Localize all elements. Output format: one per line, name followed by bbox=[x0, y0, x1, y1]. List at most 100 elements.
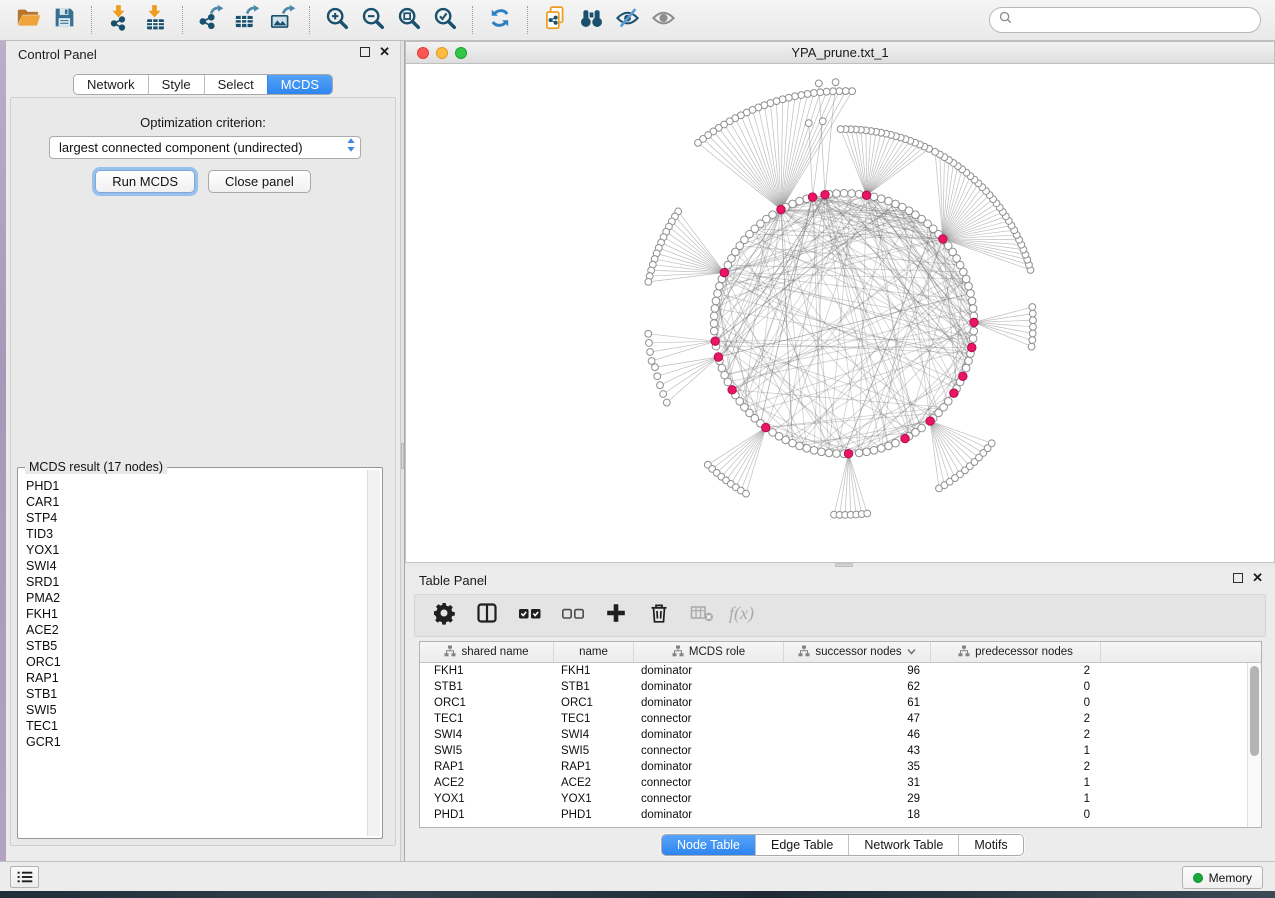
cell-successor-nodes[interactable]: 47 bbox=[784, 713, 931, 725]
cell-successor-nodes[interactable]: 96 bbox=[784, 665, 931, 677]
mcds-result-node[interactable]: SRD1 bbox=[26, 574, 366, 590]
table-settings-button[interactable] bbox=[429, 601, 459, 631]
table-row[interactable]: STB1STB1dominator620 bbox=[420, 679, 1247, 695]
cell-MCDS-role[interactable]: connector bbox=[634, 713, 784, 725]
cell-predecessor-nodes[interactable]: 1 bbox=[931, 777, 1101, 789]
cell-successor-nodes[interactable]: 35 bbox=[784, 761, 931, 773]
cell-name[interactable]: SWI5 bbox=[554, 745, 634, 757]
search-input[interactable] bbox=[1018, 13, 1251, 27]
cell-MCDS-role[interactable]: dominator bbox=[634, 681, 784, 693]
add-entry-button[interactable] bbox=[601, 601, 631, 631]
cell-name[interactable]: STB1 bbox=[554, 681, 634, 693]
window-close-icon[interactable] bbox=[417, 47, 429, 59]
cell-name[interactable]: FKH1 bbox=[554, 665, 634, 677]
cell-name[interactable]: RAP1 bbox=[554, 761, 634, 773]
optimization-criterion-select[interactable]: largest connected component (undirected) bbox=[49, 136, 361, 159]
mcds-result-node[interactable]: ACE2 bbox=[26, 622, 366, 638]
cell-shared-name[interactable]: YOX1 bbox=[420, 793, 554, 805]
close-panel-icon[interactable]: ✕ bbox=[379, 47, 390, 57]
memory-button[interactable]: Memory bbox=[1182, 866, 1263, 889]
cell-shared-name[interactable]: FKH1 bbox=[420, 665, 554, 677]
mcds-result-node[interactable]: PMA2 bbox=[26, 590, 366, 606]
float-panel-icon[interactable] bbox=[360, 47, 370, 57]
mcds-result-node[interactable]: TEC1 bbox=[26, 718, 366, 734]
cell-predecessor-nodes[interactable]: 1 bbox=[931, 745, 1101, 757]
mcds-result-node[interactable]: FKH1 bbox=[26, 606, 366, 622]
cell-predecessor-nodes[interactable]: 2 bbox=[931, 665, 1101, 677]
cell-MCDS-role[interactable]: connector bbox=[634, 777, 784, 789]
window-minimize-icon[interactable] bbox=[436, 47, 448, 59]
delete-entry-button[interactable] bbox=[644, 601, 674, 631]
export-network-button[interactable] bbox=[192, 4, 228, 36]
column-header-name[interactable]: name bbox=[554, 642, 634, 662]
cell-predecessor-nodes[interactable]: 0 bbox=[931, 697, 1101, 709]
cell-MCDS-role[interactable]: dominator bbox=[634, 697, 784, 709]
cell-shared-name[interactable]: TEC1 bbox=[420, 713, 554, 725]
tab-mcds[interactable]: MCDS bbox=[267, 75, 332, 94]
zoom-in-button[interactable] bbox=[319, 4, 355, 36]
column-header-shared-name[interactable]: shared name bbox=[420, 642, 554, 662]
window-zoom-icon[interactable] bbox=[455, 47, 467, 59]
export-image-button[interactable] bbox=[264, 4, 300, 36]
table-row[interactable]: PHD1PHD1dominator180 bbox=[420, 807, 1247, 823]
cell-predecessor-nodes[interactable]: 2 bbox=[931, 713, 1101, 725]
zoom-out-button[interactable] bbox=[355, 4, 391, 36]
column-visibility-button[interactable] bbox=[472, 601, 502, 631]
table-row[interactable]: SWI5SWI5connector431 bbox=[420, 743, 1247, 759]
table-scrollbar[interactable] bbox=[1247, 663, 1261, 827]
tab-style[interactable]: Style bbox=[148, 75, 204, 94]
float-table-panel-icon[interactable] bbox=[1233, 573, 1243, 583]
cell-MCDS-role[interactable]: dominator bbox=[634, 809, 784, 821]
column-header-MCDS-role[interactable]: MCDS role bbox=[634, 642, 784, 662]
deselect-all-button[interactable] bbox=[558, 601, 588, 631]
search-box[interactable] bbox=[989, 7, 1261, 33]
tab-motifs[interactable]: Motifs bbox=[958, 835, 1022, 855]
cell-predecessor-nodes[interactable]: 2 bbox=[931, 729, 1101, 741]
table-row[interactable]: FKH1FKH1dominator962 bbox=[420, 663, 1247, 679]
cell-predecessor-nodes[interactable]: 0 bbox=[931, 809, 1101, 821]
mcds-result-node[interactable]: CAR1 bbox=[26, 494, 366, 510]
tab-edge-table[interactable]: Edge Table bbox=[755, 835, 848, 855]
table-row[interactable]: TEC1TEC1connector472 bbox=[420, 711, 1247, 727]
cell-successor-nodes[interactable]: 46 bbox=[784, 729, 931, 741]
cell-name[interactable]: ORC1 bbox=[554, 697, 634, 709]
cell-predecessor-nodes[interactable]: 2 bbox=[931, 761, 1101, 773]
mcds-result-node[interactable]: STB5 bbox=[26, 638, 366, 654]
close-panel-button[interactable]: Close panel bbox=[208, 170, 311, 193]
import-network-from-file-button[interactable] bbox=[101, 4, 137, 36]
task-history-button[interactable] bbox=[10, 866, 39, 888]
cell-MCDS-role[interactable]: connector bbox=[634, 745, 784, 757]
column-header-successor-nodes[interactable]: successor nodes bbox=[784, 642, 931, 662]
vertical-splitter-grip[interactable] bbox=[401, 443, 404, 469]
cell-MCDS-role[interactable]: connector bbox=[634, 793, 784, 805]
zoom-fit-button[interactable] bbox=[391, 4, 427, 36]
export-network-to-web-button[interactable] bbox=[537, 4, 573, 36]
mcds-result-node[interactable]: TID3 bbox=[26, 526, 366, 542]
tab-network-table[interactable]: Network Table bbox=[848, 835, 958, 855]
table-row[interactable]: ORC1ORC1dominator610 bbox=[420, 695, 1247, 711]
cell-name[interactable]: ACE2 bbox=[554, 777, 634, 789]
mcds-result-node[interactable]: PHD1 bbox=[26, 478, 366, 494]
table-row[interactable]: YOX1YOX1connector291 bbox=[420, 791, 1247, 807]
save-session-button[interactable] bbox=[46, 4, 82, 36]
mcds-result-node[interactable]: STP4 bbox=[26, 510, 366, 526]
cell-successor-nodes[interactable]: 43 bbox=[784, 745, 931, 757]
mcds-result-scrollbar[interactable] bbox=[367, 470, 380, 836]
open-file-button[interactable] bbox=[10, 4, 46, 36]
select-all-button[interactable] bbox=[515, 601, 545, 631]
close-table-panel-icon[interactable]: ✕ bbox=[1252, 573, 1263, 583]
run-mcds-button[interactable]: Run MCDS bbox=[95, 170, 195, 193]
mcds-result-node[interactable]: GCR1 bbox=[26, 734, 366, 750]
mcds-result-node[interactable]: STB1 bbox=[26, 686, 366, 702]
cell-successor-nodes[interactable]: 29 bbox=[784, 793, 931, 805]
mcds-result-node[interactable]: SWI4 bbox=[26, 558, 366, 574]
cell-successor-nodes[interactable]: 61 bbox=[784, 697, 931, 709]
table-row[interactable]: SWI4SWI4dominator462 bbox=[420, 727, 1247, 743]
cell-predecessor-nodes[interactable]: 1 bbox=[931, 793, 1101, 805]
cell-name[interactable]: SWI4 bbox=[554, 729, 634, 741]
search-network-button[interactable] bbox=[573, 4, 609, 36]
cell-shared-name[interactable]: ACE2 bbox=[420, 777, 554, 789]
cell-successor-nodes[interactable]: 62 bbox=[784, 681, 931, 693]
mcds-result-node[interactable]: SWI5 bbox=[26, 702, 366, 718]
mcds-result-node[interactable]: ORC1 bbox=[26, 654, 366, 670]
